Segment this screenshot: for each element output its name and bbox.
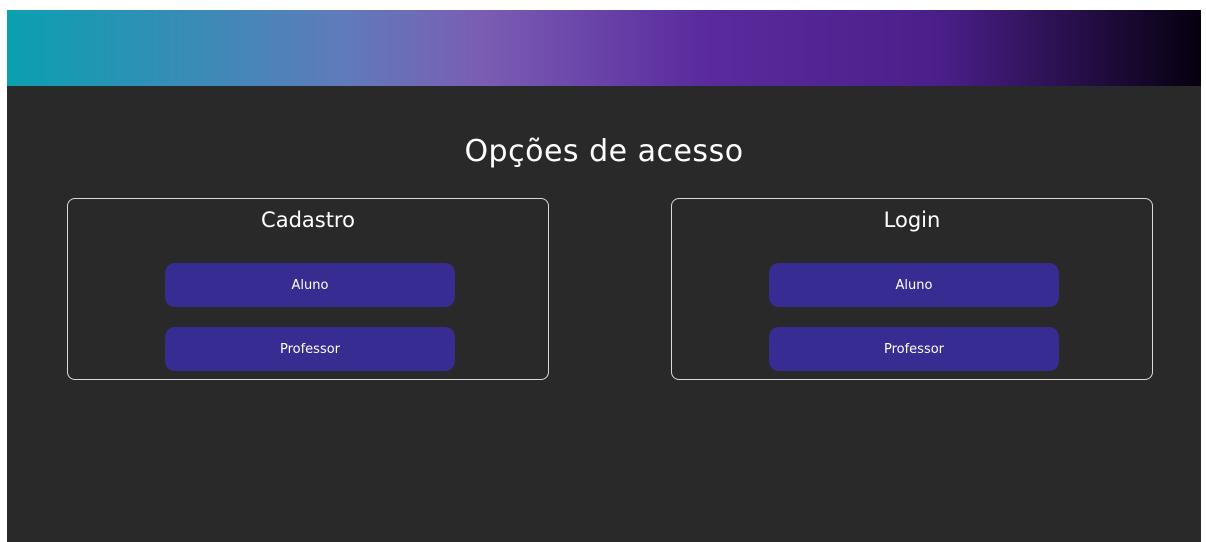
- login-student-button[interactable]: Aluno: [769, 263, 1059, 307]
- login-panel-title: Login: [883, 208, 941, 232]
- signup-panel: Cadastro Aluno Professor: [67, 198, 549, 380]
- gradient-header-bar: [7, 10, 1201, 86]
- page-title: Opções de acesso: [464, 134, 744, 169]
- signup-teacher-button[interactable]: Professor: [165, 327, 455, 371]
- login-panel: Login Aluno Professor: [671, 198, 1153, 380]
- login-teacher-button[interactable]: Professor: [769, 327, 1059, 371]
- app-frame: Opções de acesso Cadastro Aluno Professo…: [7, 10, 1201, 542]
- signup-panel-title: Cadastro: [261, 208, 355, 232]
- signup-student-button[interactable]: Aluno: [165, 263, 455, 307]
